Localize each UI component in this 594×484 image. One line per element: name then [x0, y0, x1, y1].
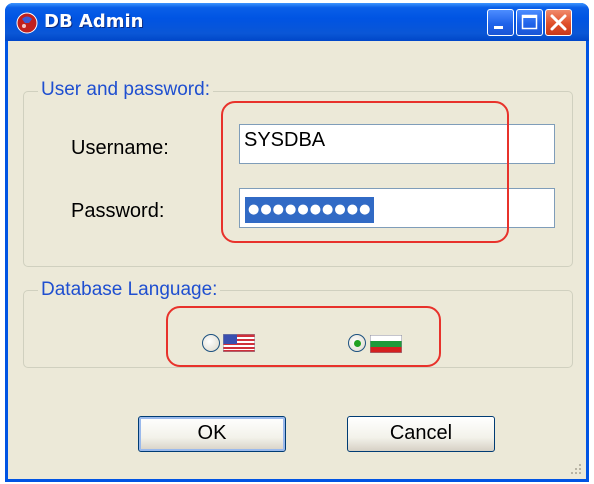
bg-flag-icon: [370, 335, 402, 353]
app-icon: [16, 12, 38, 34]
language-group-label: Database Language:: [38, 279, 221, 301]
minimize-icon: [494, 26, 503, 29]
language-radio-us[interactable]: [202, 334, 220, 352]
language-radio-bg[interactable]: [348, 334, 366, 352]
maximize-button[interactable]: [516, 9, 543, 36]
window-title: DB Admin: [44, 11, 144, 32]
username-label: Username:: [71, 137, 169, 159]
credentials-highlight: [221, 101, 509, 243]
minimize-button[interactable]: [487, 9, 514, 36]
credentials-group-label: User and password:: [38, 79, 213, 101]
resize-grip-icon[interactable]: [570, 463, 582, 475]
password-label: Password:: [71, 200, 165, 222]
db-admin-window: DB Admin User and password: Username: SY…: [5, 3, 589, 482]
us-flag-icon: [223, 334, 255, 352]
ok-button[interactable]: OK: [138, 416, 286, 452]
title-bar[interactable]: DB Admin: [5, 3, 589, 41]
cancel-button[interactable]: Cancel: [347, 416, 495, 452]
radio-selected-dot: [354, 340, 361, 347]
dialog-body: User and password: Username: SYSDBA Pass…: [8, 41, 586, 479]
maximize-icon: [521, 14, 538, 30]
close-button[interactable]: [545, 9, 572, 36]
close-icon: [550, 14, 567, 31]
